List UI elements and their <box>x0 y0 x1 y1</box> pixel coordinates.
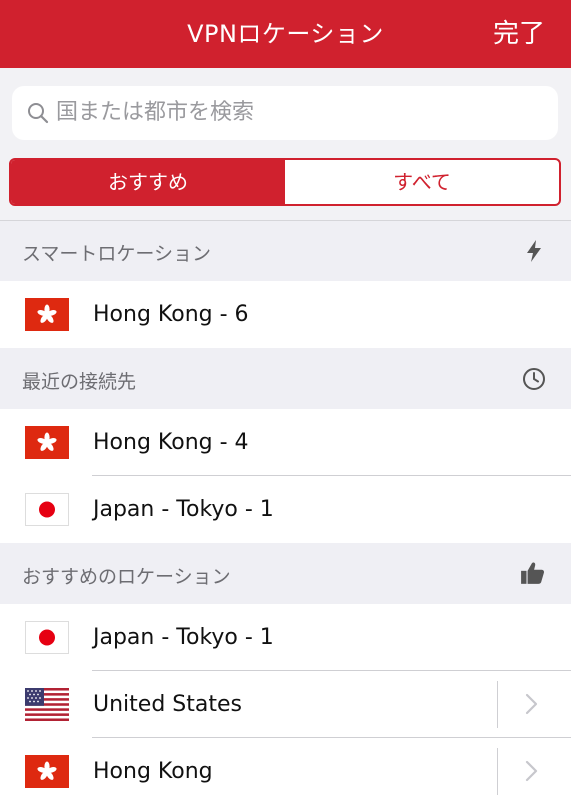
thumbs-up-icon <box>521 562 545 584</box>
search-icon <box>28 103 49 124</box>
location-row[interactable]: Japan - Tokyo - 1 <box>0 604 571 671</box>
location-row[interactable]: Japan - Tokyo - 1 <box>0 476 571 543</box>
chevron-right-icon[interactable] <box>525 760 539 782</box>
hong-kong-flag-icon <box>25 426 69 459</box>
clock-icon <box>523 368 545 390</box>
japan-flag-icon <box>25 621 69 654</box>
location-row[interactable]: Hong Kong - 6 <box>0 281 571 348</box>
location-label: Hong Kong - 4 <box>93 430 249 455</box>
section-header-recent: 最近の接続先 <box>0 348 571 409</box>
lightning-bolt-icon <box>527 240 541 262</box>
section-header-smart-location: スマートロケーション <box>0 221 571 281</box>
tab-recommended[interactable]: おすすめ <box>11 160 285 204</box>
tab-all[interactable]: すべて <box>285 160 559 204</box>
us-flag-icon <box>25 688 69 721</box>
location-row[interactable]: United States <box>0 671 571 738</box>
hong-kong-flag-icon <box>25 298 69 331</box>
location-row[interactable]: Hong Kong - 4 <box>0 409 571 476</box>
done-button[interactable]: 完了 <box>493 0 545 68</box>
location-label: Hong Kong <box>93 759 213 784</box>
location-label: Japan - Tokyo - 1 <box>93 497 274 522</box>
search-bar-container: 国または都市を検索 <box>0 68 571 156</box>
page-title: VPNロケーション <box>187 20 384 48</box>
location-row[interactable]: Hong Kong <box>0 738 571 805</box>
segmented-control: おすすめ すべて <box>9 158 561 206</box>
japan-flag-icon <box>25 493 69 526</box>
location-label: United States <box>93 692 242 717</box>
section-header-recommended: おすすめのロケーション <box>0 543 571 604</box>
section-title: おすすめのロケーション <box>22 566 231 588</box>
row-separator <box>497 748 498 795</box>
location-label: Hong Kong - 6 <box>93 302 249 327</box>
row-separator <box>497 681 498 728</box>
navigation-bar: VPNロケーション 完了 <box>0 0 571 68</box>
location-label: Japan - Tokyo - 1 <box>93 625 274 650</box>
search-placeholder: 国または都市を検索 <box>56 100 255 125</box>
segment-container: おすすめ すべて <box>0 156 571 221</box>
section-title: スマートロケーション <box>22 243 212 265</box>
chevron-right-icon[interactable] <box>525 693 539 715</box>
section-title: 最近の接続先 <box>22 371 137 393</box>
hong-kong-flag-icon <box>25 755 69 788</box>
search-input[interactable]: 国または都市を検索 <box>12 86 558 140</box>
